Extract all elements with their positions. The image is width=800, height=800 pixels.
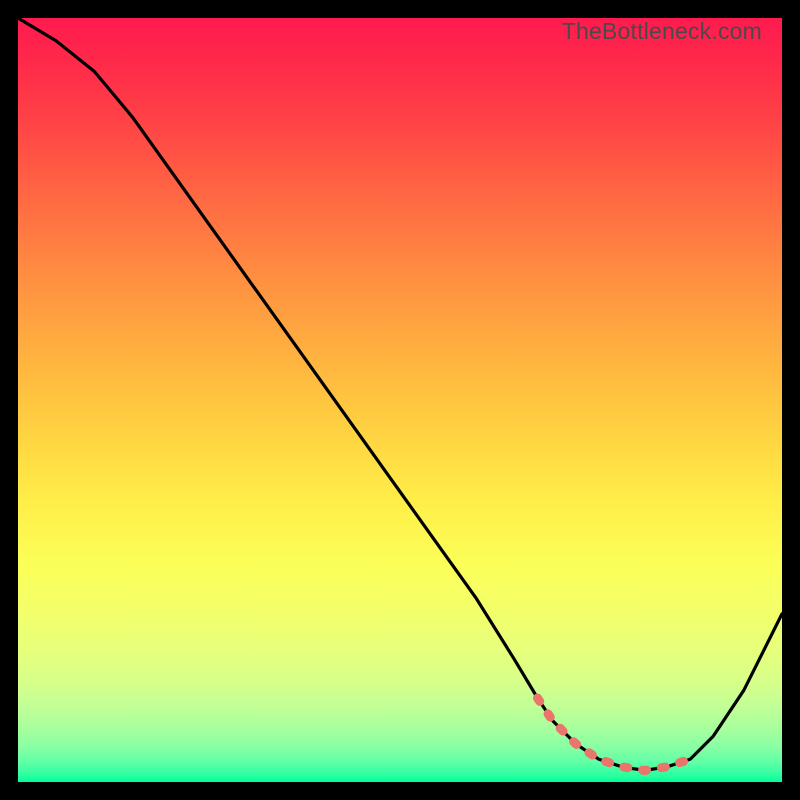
- chart-frame: TheBottleneck.com: [0, 0, 800, 800]
- bottleneck-curve-line: [18, 18, 782, 771]
- optimal-zone-dashes: [538, 698, 691, 771]
- chart-plot-area: TheBottleneck.com: [18, 18, 782, 782]
- chart-svg: [18, 18, 782, 782]
